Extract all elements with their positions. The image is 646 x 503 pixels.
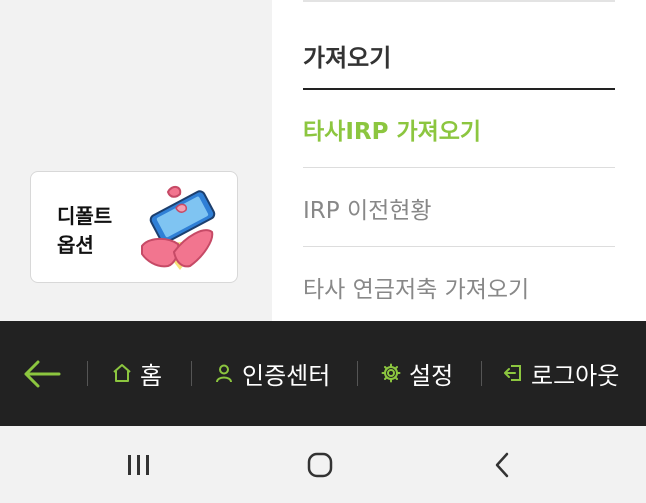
- back-chevron-icon[interactable]: [492, 452, 512, 478]
- logout-nav-button[interactable]: 로그아웃: [503, 356, 619, 390]
- divider: [303, 246, 615, 247]
- title-rule: [303, 88, 615, 90]
- settings-nav-button[interactable]: 설정: [381, 356, 453, 390]
- bottom-nav-bar: 홈 인증센터 설정 로그아웃: [0, 321, 646, 426]
- recent-apps-icon[interactable]: [126, 453, 152, 477]
- menu-item-other-pension-import[interactable]: 타사 연금저축 가져오기: [303, 270, 529, 304]
- right-panel: 가져오기 타사IRP 가져오기 IRP 이전현황 타사 연금저축 가져오기: [272, 0, 646, 321]
- default-option-card[interactable]: 디폴트 옵션: [30, 171, 238, 283]
- back-arrow-icon[interactable]: [23, 359, 61, 389]
- menu-item-other-irp-import[interactable]: 타사IRP 가져오기: [303, 112, 481, 146]
- divider: [303, 0, 615, 2]
- default-option-label: 디폴트 옵션: [57, 204, 113, 257]
- menu-item-irp-transfer-status[interactable]: IRP 이전현황: [303, 191, 432, 225]
- divider: [303, 167, 615, 168]
- system-nav-bar: [0, 426, 646, 503]
- phone-hands-illustration: [141, 186, 216, 270]
- logout-nav-label: 로그아웃: [531, 361, 620, 390]
- cert-center-nav-button[interactable]: 인증센터: [214, 356, 330, 390]
- nav-separator: [87, 361, 88, 386]
- person-icon: [216, 364, 232, 383]
- nav-separator: [357, 361, 358, 386]
- nav-separator: [191, 361, 192, 386]
- home-nav-button[interactable]: 홈: [112, 356, 162, 390]
- left-panel: 디폴트 옵션: [0, 0, 272, 321]
- cert-center-nav-label: 인증센터: [242, 361, 331, 390]
- home-icon: [113, 364, 131, 382]
- gear-icon: [381, 363, 401, 383]
- home-circle-icon[interactable]: [306, 451, 334, 479]
- settings-nav-label: 설정: [409, 361, 454, 390]
- section-title: 가져오기: [303, 44, 392, 72]
- nav-separator: [481, 361, 482, 386]
- logout-icon: [504, 365, 521, 381]
- home-nav-label: 홈: [140, 361, 163, 390]
